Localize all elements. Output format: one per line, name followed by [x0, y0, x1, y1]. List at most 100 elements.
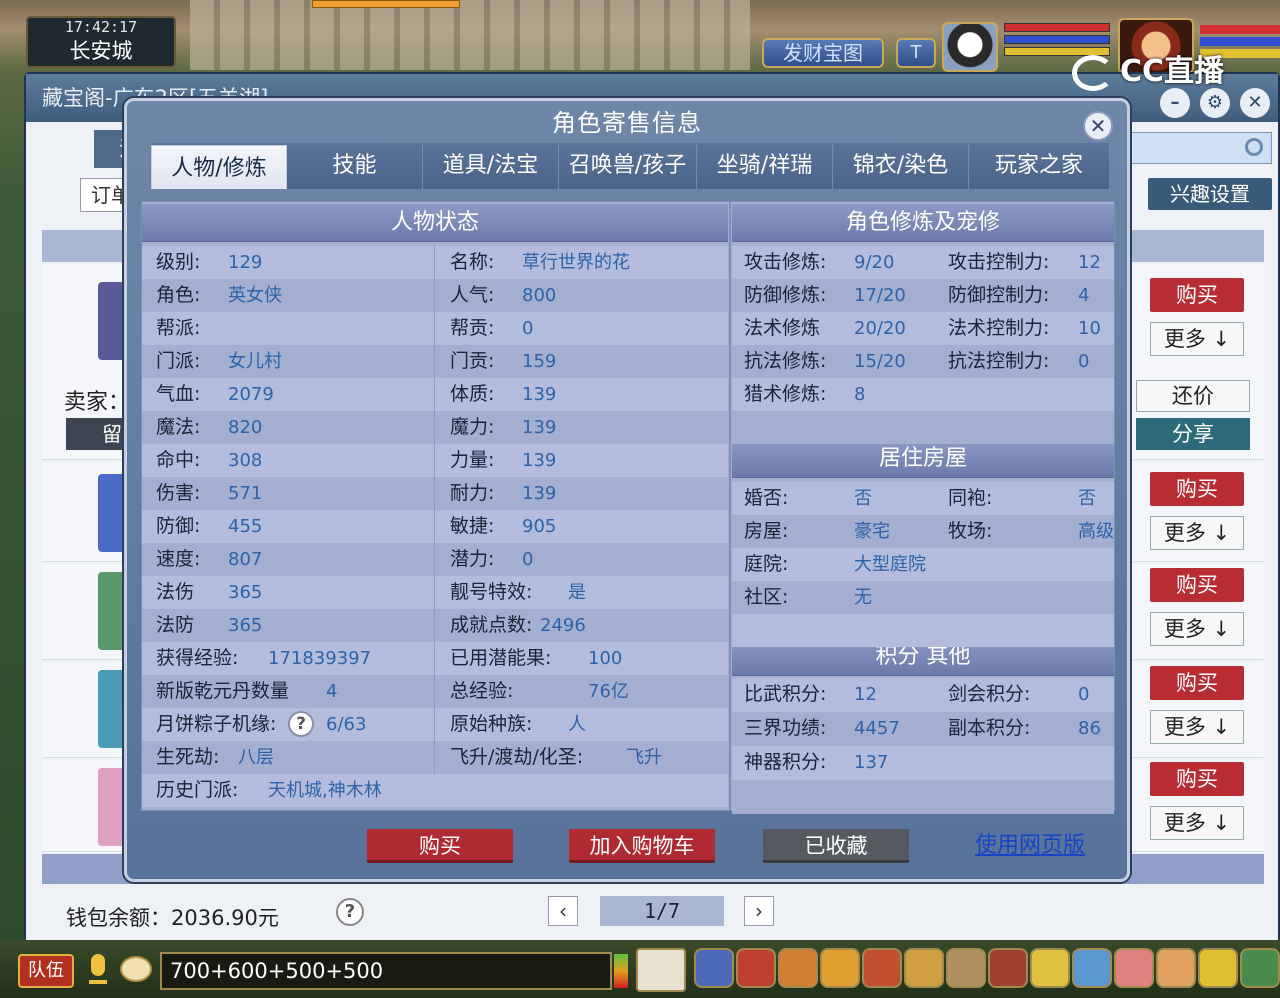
role-consign-dialog: 角色寄售信息 ✕ 人物/修炼 技能 道具/法宝 召唤兽/孩子 坐骑/祥瑞 锦衣/… [124, 98, 1130, 882]
close-icon[interactable]: ✕ [1240, 88, 1270, 118]
pet-portrait[interactable] [942, 22, 998, 72]
detail-value: 大型庭院 [854, 554, 926, 575]
fan-icon[interactable] [820, 948, 860, 988]
microphone-icon[interactable] [86, 954, 110, 988]
seller-label: 卖家： [64, 390, 131, 415]
help-icon[interactable]: ? [336, 898, 364, 926]
status-label: 法伤 [156, 581, 195, 603]
top-tab-stub [312, 0, 460, 8]
chest-icon[interactable] [736, 948, 776, 988]
tab-summons[interactable]: 召唤兽/孩子 [559, 143, 697, 189]
status-value: 139 [522, 384, 557, 405]
system-icon[interactable] [1240, 948, 1280, 988]
table-row [732, 515, 1114, 548]
status-label: 敏捷: [450, 515, 495, 537]
detail-value: 否 [854, 488, 872, 509]
detail-label: 神器积分: [744, 751, 827, 773]
status-value: 2079 [228, 384, 274, 405]
bargain-button[interactable]: 还价 [1136, 380, 1250, 412]
flag-icon[interactable] [988, 948, 1028, 988]
character-content: 人物状态 角色修炼及宠修 居住房屋 积分 其他 级别: 129 角色: 英女侠 帮派: 门… [141, 201, 1115, 814]
message-button[interactable]: 留 [66, 418, 128, 450]
status-header: 人物状态 [142, 204, 728, 242]
list-buy-button[interactable]: 购买 [1150, 762, 1244, 796]
peach-icon[interactable] [1114, 948, 1154, 988]
table-row [732, 411, 1114, 444]
detail-value: 10 [1078, 318, 1101, 339]
detail-label: 攻击控制力: [948, 251, 1050, 273]
detail-label: 防御控制力: [948, 284, 1050, 306]
status-label: 门贡: [450, 350, 495, 372]
add-to-cart-button[interactable]: 加入购物车 [569, 829, 715, 863]
tab-mounts[interactable]: 坐骑/祥瑞 [697, 143, 833, 189]
buy-button[interactable]: 购买 [367, 829, 513, 863]
prev-page-button[interactable]: ‹ [548, 896, 578, 926]
search-input[interactable] [1126, 132, 1272, 164]
list-more-button[interactable]: 更多 ↓ [1150, 612, 1244, 646]
shell-icon[interactable] [1156, 948, 1196, 988]
next-page-button[interactable]: › [744, 896, 774, 926]
detail-label: 防御修炼: [744, 284, 827, 306]
status-label: 级别: [156, 251, 201, 273]
smile-icon[interactable] [1198, 948, 1238, 988]
list-buy-button[interactable]: 购买 [1150, 472, 1244, 506]
search-icon[interactable] [1245, 138, 1263, 156]
status-label: 魔力: [450, 416, 495, 438]
wallet-bar: 钱包余额：2036.90元 ? ‹ 1/7 › [26, 886, 1278, 942]
status-value: 100 [588, 648, 623, 669]
status-value: 139 [522, 483, 557, 504]
tab-player-home[interactable]: 玩家之家 [969, 143, 1109, 189]
status-label: 靓号特效: [450, 581, 533, 603]
scroll-icon[interactable] [946, 948, 986, 988]
list-buy-button[interactable]: 购买 [1150, 568, 1244, 602]
list-buy-button[interactable]: 购买 [1150, 666, 1244, 700]
detail-value: 8 [854, 384, 866, 405]
tab-skills[interactable]: 技能 [287, 143, 423, 189]
sword-icon[interactable] [694, 948, 734, 988]
tab-items[interactable]: 道具/法宝 [423, 143, 559, 189]
tab-outfits[interactable]: 锦衣/染色 [833, 143, 969, 189]
mail-icon[interactable] [1072, 948, 1112, 988]
gourd-icon[interactable] [778, 948, 818, 988]
card-icon[interactable] [636, 948, 686, 992]
status-label: 生死劫: [156, 746, 220, 768]
detail-value: 0 [1078, 684, 1090, 705]
interest-settings-button[interactable]: 兴趣设置 [1148, 178, 1272, 210]
bell-icon[interactable] [1030, 948, 1070, 988]
game-bottom-bar: 队伍 700+600+500+500 [0, 940, 1280, 998]
status-value: 英女侠 [228, 285, 282, 306]
list-more-button[interactable]: 更多 ↓ [1150, 322, 1244, 356]
share-button[interactable]: 分享 [1136, 418, 1250, 450]
cc-logo-text: CC直播 [1120, 54, 1225, 89]
friend-icon[interactable] [862, 948, 902, 988]
detail-label: 房屋: [744, 520, 789, 542]
status-label: 速度: [156, 548, 201, 570]
team-button[interactable]: 队伍 [18, 954, 74, 988]
status-label: 飞升/渡劫/化圣: [450, 746, 584, 768]
treasure-map-button[interactable]: 发财宝图 [762, 38, 884, 68]
status-value: 129 [228, 252, 263, 273]
detail-value: 15/20 [854, 351, 906, 372]
list-more-button[interactable]: 更多 ↓ [1150, 710, 1244, 744]
list-more-button[interactable]: 更多 ↓ [1150, 806, 1244, 840]
status-label: 体质: [450, 383, 495, 405]
status-label: 角色: [156, 284, 201, 306]
web-version-link[interactable]: 使用网页版 [975, 831, 1085, 861]
bag-icon[interactable] [904, 948, 944, 988]
status-value: 139 [522, 417, 557, 438]
status-value: 人 [568, 714, 586, 735]
chat-input[interactable]: 700+600+500+500 [160, 952, 612, 990]
tab-character[interactable]: 人物/修炼 [151, 145, 287, 189]
t-button[interactable]: T [896, 38, 936, 68]
status-value: 0 [522, 318, 534, 339]
help-icon[interactable]: ? [288, 711, 314, 737]
status-label: 原始种族: [450, 713, 533, 735]
favorited-button[interactable]: 已收藏 [763, 829, 909, 863]
close-icon[interactable]: ✕ [1083, 111, 1113, 141]
status-value: 2496 [540, 615, 586, 636]
list-more-button[interactable]: 更多 ↓ [1150, 516, 1244, 550]
game-clock: 17:42:17 长安城 [26, 16, 176, 68]
chat-bubble-icon[interactable] [120, 956, 152, 982]
detail-label: 同袍: [948, 487, 993, 509]
list-buy-button[interactable]: 购买 [1150, 278, 1244, 312]
